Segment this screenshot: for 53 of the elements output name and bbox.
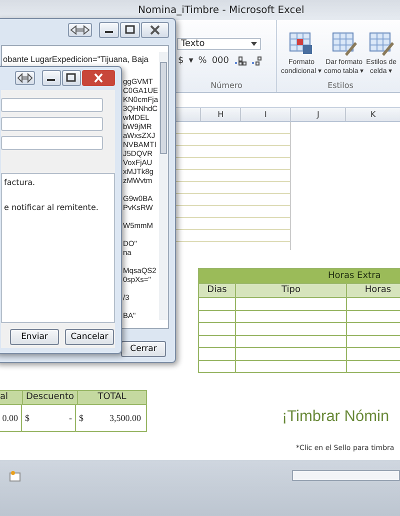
close-button[interactable]: Cerrar bbox=[121, 341, 166, 357]
dialog-button[interactable]: Cancelar bbox=[65, 329, 114, 345]
window-title: Nomina_iTimbre - Microsoft Excel bbox=[138, 4, 304, 16]
table-title: Horas Extra bbox=[199, 269, 400, 283]
group-label: Estilos bbox=[328, 81, 354, 90]
resize-icon[interactable] bbox=[68, 23, 92, 37]
column-header: Tipo bbox=[236, 284, 347, 297]
message-line: factura. bbox=[4, 178, 36, 187]
decrease-decimal-icon bbox=[250, 56, 264, 66]
column-header: Descuento bbox=[23, 391, 78, 404]
stamp-heading[interactable]: ¡Timbrar Nómin bbox=[282, 408, 390, 426]
input-field[interactable] bbox=[1, 98, 103, 112]
amount: 0.00 bbox=[2, 412, 18, 425]
close-icon[interactable] bbox=[141, 22, 169, 38]
number-format-dropdown[interactable]: Texto bbox=[177, 38, 261, 50]
message-line: e notificar al remitente. bbox=[4, 203, 100, 212]
column-header: Horas bbox=[364, 284, 392, 297]
column-header[interactable]: H bbox=[200, 108, 240, 121]
column-header: al bbox=[0, 391, 23, 404]
currency-symbol: $ bbox=[79, 412, 84, 425]
close-icon[interactable] bbox=[82, 70, 115, 86]
group-label: Número bbox=[210, 81, 242, 90]
number-format-button[interactable]: $ bbox=[177, 56, 185, 66]
column-header: TOTAL bbox=[96, 391, 128, 404]
column-header[interactable]: I bbox=[240, 108, 290, 121]
amount: 3,500.00 bbox=[110, 412, 141, 425]
input-field[interactable] bbox=[1, 117, 103, 131]
column-header[interactable]: J bbox=[290, 108, 346, 121]
resize-icon[interactable] bbox=[15, 71, 35, 85]
table-style-icon bbox=[331, 32, 358, 56]
xml-line: obante LugarExpedicion="Tijuana, Baja bbox=[2, 53, 150, 64]
increase-decimal-icon bbox=[233, 56, 248, 66]
column-header: Dias bbox=[199, 284, 236, 297]
horizontal-scrollbar[interactable] bbox=[292, 470, 400, 481]
caret-icon bbox=[251, 42, 257, 46]
message-area[interactable]: factura. e notificar al remitente. bbox=[1, 173, 115, 323]
new-sheet-icon[interactable] bbox=[8, 470, 22, 482]
column-header[interactable]: K bbox=[345, 108, 400, 121]
table-style-icon bbox=[288, 32, 314, 56]
minimize-icon[interactable] bbox=[99, 22, 119, 38]
number-format-button[interactable]: % bbox=[197, 56, 208, 66]
cell-grid[interactable] bbox=[176, 122, 291, 250]
vertical-scrollbar[interactable] bbox=[159, 52, 168, 320]
number-format-button[interactable]: 000 bbox=[210, 56, 230, 66]
currency-symbol: $ bbox=[25, 412, 30, 425]
minimize-icon[interactable] bbox=[42, 70, 61, 86]
number-format-button[interactable]: ▾ bbox=[188, 56, 194, 66]
maximize-icon[interactable] bbox=[62, 70, 81, 86]
dialog-button[interactable]: Enviar bbox=[10, 329, 59, 345]
amount: - bbox=[69, 412, 72, 425]
table-style-icon bbox=[368, 32, 394, 56]
maximize-icon[interactable] bbox=[120, 22, 140, 38]
input-field[interactable] bbox=[1, 136, 103, 150]
